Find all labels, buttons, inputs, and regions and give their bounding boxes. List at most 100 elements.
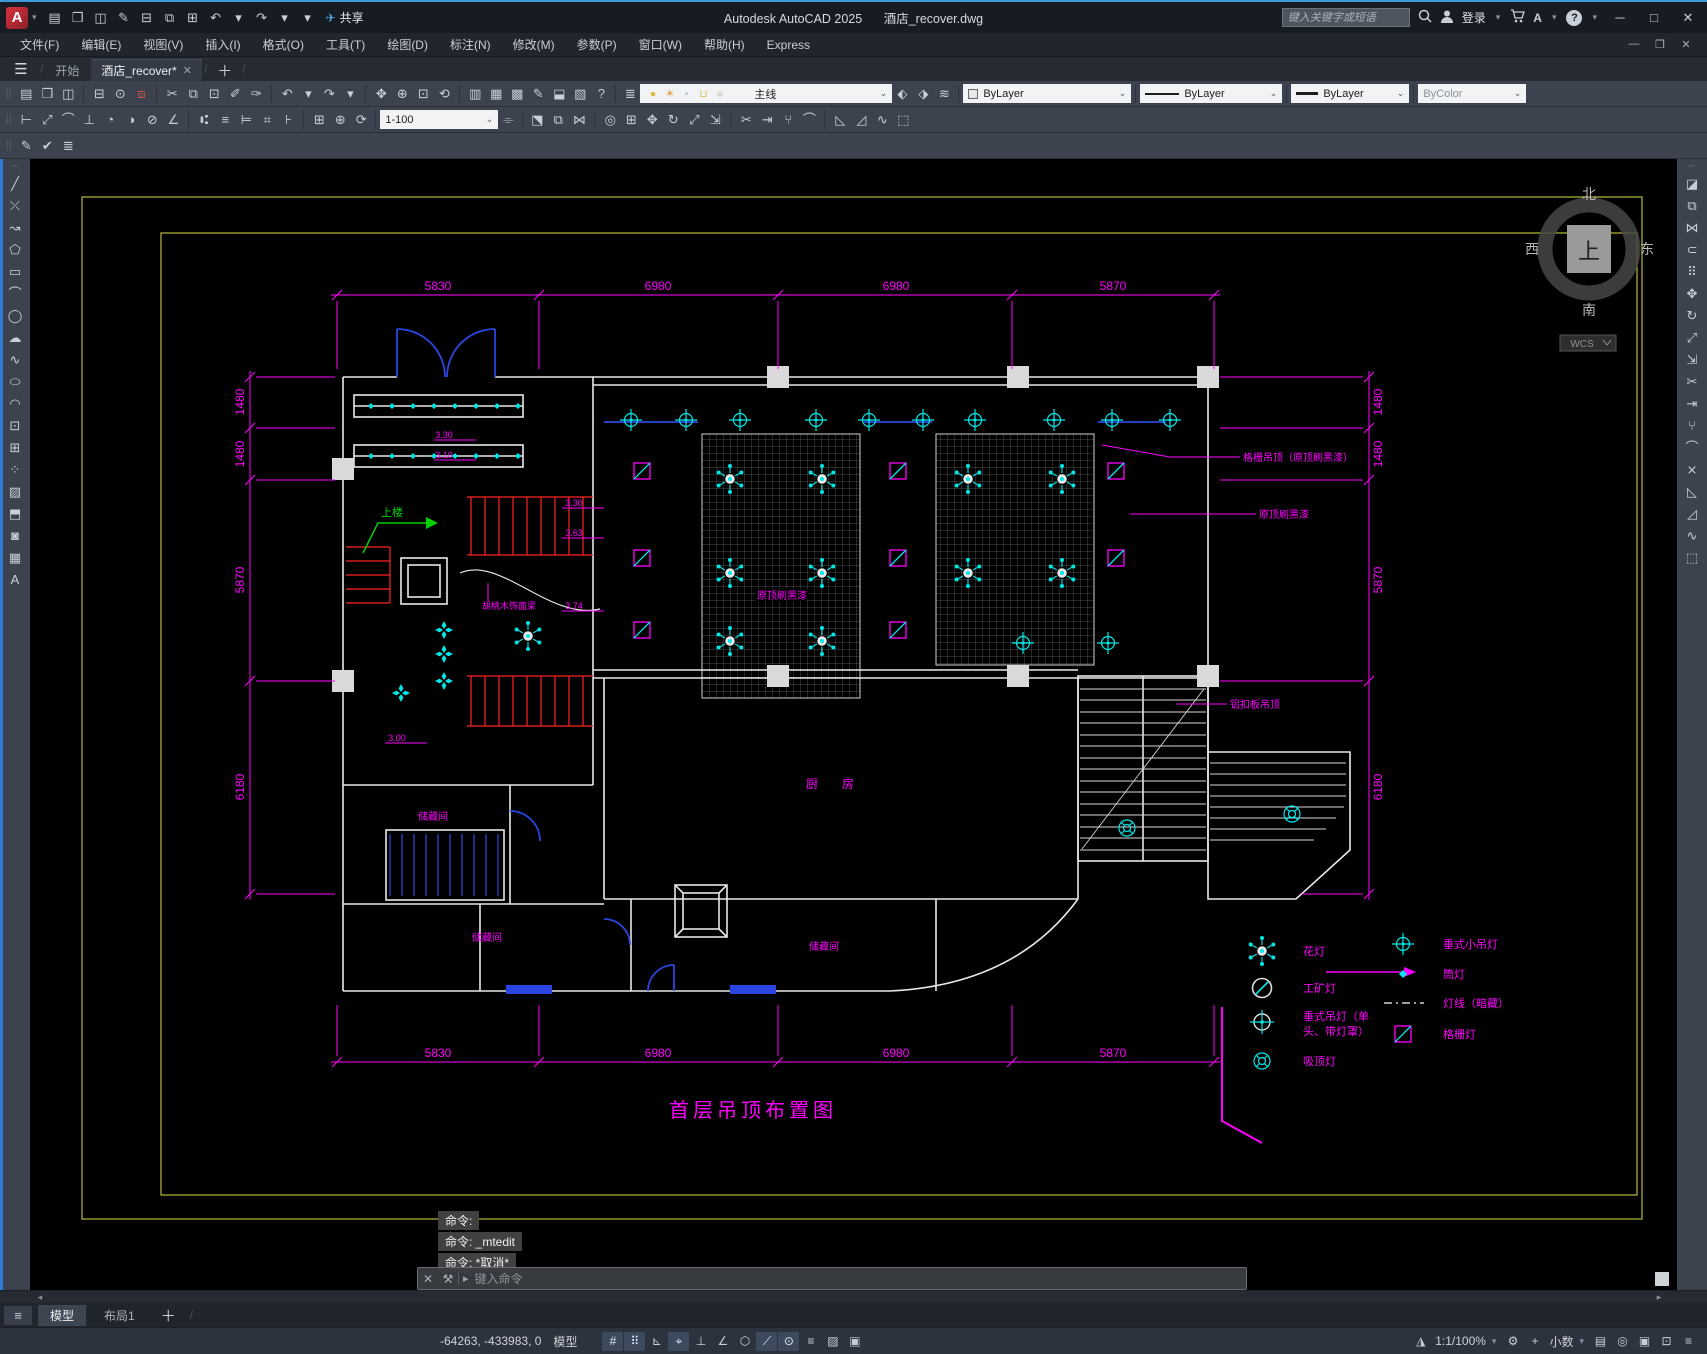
quick-calc-icon[interactable]: ▧ [570, 84, 590, 104]
doc-minimize-button[interactable]: — [1623, 38, 1645, 51]
menu-0[interactable]: 文件(F) [10, 34, 69, 55]
viewport-scale-caret-icon[interactable]: ▾ [1490, 1336, 1499, 1347]
layer-thaw-sun-icon[interactable]: ☀ [662, 86, 678, 102]
clean-screen-icon[interactable]: ⊡ [1656, 1332, 1677, 1351]
aligned-dimension-icon[interactable]: ⤢ [37, 110, 57, 130]
help-icon[interactable]: ? [1566, 9, 1583, 26]
construction-line-icon[interactable]: ⤫ [4, 195, 26, 216]
fillet-icon[interactable]: ◿ [1681, 503, 1703, 524]
layer-states-icon[interactable]: ≋ [934, 84, 954, 104]
tab-model[interactable]: 模型 [38, 1304, 87, 1326]
radius-dimension-icon[interactable]: ◔ [100, 110, 120, 130]
ellipse-arc-icon[interactable]: ◠ [4, 393, 26, 414]
table-icon[interactable]: ▦ [4, 547, 26, 568]
plot-style-dropdown-caret-icon[interactable]: ⌄ [1514, 88, 1522, 99]
layer-color-swatch-icon[interactable]: ■ [713, 86, 729, 102]
annotation-scale-add-icon[interactable]: + [1524, 1332, 1545, 1351]
angular-dimension-icon[interactable]: ∠ [163, 110, 183, 130]
trim-icon[interactable]: ✂ [1681, 371, 1703, 392]
transparency-icon[interactable]: ▨ [822, 1332, 843, 1351]
annotation-visibility-icon[interactable]: ◮ [1410, 1332, 1431, 1351]
new-tab-button[interactable]: ＋ [209, 60, 240, 81]
canvas-corner-grip[interactable] [1655, 1272, 1669, 1286]
ordinate-dimension-icon[interactable]: ⊥ [79, 110, 99, 130]
viewport-scale-button[interactable]: 1:1/100% [1435, 1334, 1486, 1348]
offset-icon[interactable]: ⊂ [1681, 239, 1703, 260]
edit-block-icon[interactable]: ✑ [246, 84, 266, 104]
erase-icon[interactable]: ◪ [1681, 173, 1703, 194]
lineweight-display-icon[interactable]: ≡ [800, 1332, 821, 1351]
move-icon[interactable]: ✥ [642, 110, 662, 130]
rectangle-icon[interactable]: ▭ [4, 261, 26, 282]
recover-drawing-icon[interactable]: ⊟ [137, 8, 157, 28]
ortho-mode-icon[interactable]: ⊥ [690, 1332, 711, 1351]
units-caret-icon[interactable]: ▾ [1577, 1336, 1586, 1347]
menu-11[interactable]: 帮助(H) [694, 34, 755, 55]
graphics-performance-icon[interactable]: ▣ [1634, 1332, 1655, 1351]
linetype-dropdown-caret-icon[interactable]: ⌄ [1270, 88, 1278, 99]
sheet-set-manager-icon[interactable]: ✎ [528, 84, 548, 104]
mirror-icon[interactable]: ⋈ [1681, 217, 1703, 238]
menu-2[interactable]: 视图(V) [133, 34, 193, 55]
menu-1[interactable]: 编辑(E) [71, 34, 131, 55]
object-snap-tracking-icon[interactable]: ⟋ [756, 1331, 778, 1351]
point-icon[interactable]: ⁘ [4, 459, 26, 480]
insert-block-icon[interactable]: ⊡ [4, 415, 26, 436]
zoom-window-icon[interactable]: ⊡ [413, 84, 433, 104]
layer-translate-icon[interactable]: ≣ [58, 136, 78, 156]
break-icon[interactable]: ⌒ [1681, 437, 1703, 458]
qat-menu-icon[interactable]: ▾ [298, 8, 318, 28]
doc-restore-button[interactable]: ❐ [1649, 38, 1671, 51]
dimension-break-icon[interactable]: ⊦ [278, 110, 298, 130]
trim-icon[interactable]: ✂ [736, 110, 756, 130]
dim-style-dropdown-caret-icon[interactable]: ⌄ [486, 114, 494, 125]
chamfer-icon[interactable]: ◺ [1681, 481, 1703, 502]
units-button[interactable]: 小数 [1549, 1333, 1573, 1350]
break-at-point-icon[interactable]: ⑂ [1681, 415, 1703, 436]
rotate-icon[interactable]: ↻ [1681, 305, 1703, 326]
menu-7[interactable]: 标注(N) [440, 34, 501, 55]
polar-tracking-icon[interactable]: ∠ [712, 1332, 733, 1351]
new-file-icon[interactable]: ▤ [45, 8, 65, 28]
autodesk-app-icon[interactable]: A [1533, 11, 1542, 25]
menu-12[interactable]: Express [757, 36, 820, 54]
maximize-button[interactable]: □ [1641, 10, 1667, 25]
erase-icon[interactable]: ⬔ [527, 110, 547, 130]
ellipse-icon[interactable]: ⬭ [4, 371, 26, 392]
dimension-style-manager-icon[interactable]: ⌯ [498, 110, 518, 130]
customization-menu-icon[interactable]: ≡ [1678, 1332, 1699, 1351]
print-icon[interactable]: ⊞ [183, 8, 203, 28]
rotate-icon[interactable]: ↻ [663, 110, 683, 130]
stretch-icon[interactable]: ⇲ [1681, 349, 1703, 370]
spline-edit-icon[interactable]: ∿ [1681, 525, 1703, 546]
scale-icon[interactable]: ⤢ [1681, 327, 1703, 348]
tab-layout1[interactable]: 布局1 [92, 1305, 147, 1326]
tolerance-icon[interactable]: ⊞ [309, 110, 329, 130]
dimension-space-icon[interactable]: ⌗ [257, 110, 277, 130]
model-space-button[interactable]: 模型 [545, 1331, 585, 1352]
pan-realtime-icon[interactable]: ✥ [371, 84, 391, 104]
layout-menu-icon[interactable]: ≡ [4, 1305, 32, 1325]
region-icon[interactable]: ◙ [4, 525, 26, 546]
close-button[interactable]: ✕ [1675, 10, 1701, 26]
zoom-previous-icon[interactable]: ⟲ [434, 84, 454, 104]
tab-start[interactable]: 开始 [45, 59, 89, 81]
scroll-left-icon[interactable]: ◂ [32, 1291, 48, 1303]
scrollbar-thumb[interactable] [860, 1293, 1290, 1302]
scale-icon[interactable]: ⤢ [684, 110, 704, 130]
redo-icon[interactable]: ↷ [319, 84, 339, 104]
toolbar-grip[interactable]: ┉ [11, 161, 18, 172]
make-object-layer-current-icon[interactable]: ⬖ [892, 84, 912, 104]
new-layout-button[interactable]: ＋ [153, 1305, 184, 1326]
lineweight-dropdown[interactable]: ByLayer ⌄ [1291, 84, 1410, 103]
command-input[interactable] [472, 1270, 1246, 1287]
properties-palette-icon[interactable]: ▥ [465, 84, 485, 104]
new-file-icon[interactable]: ▤ [16, 84, 36, 104]
join-icon[interactable]: ⨯ [1681, 459, 1703, 480]
redo-icon[interactable]: ↷ [252, 8, 272, 28]
sign-in-link[interactable]: 登录 [1462, 9, 1486, 26]
layer-viewport-freeze-icon[interactable]: ▫ [679, 86, 695, 102]
tab-document[interactable]: 酒店_recover* ✕ [91, 59, 202, 81]
grid-display-icon[interactable]: # [602, 1331, 624, 1351]
revision-cloud-icon[interactable]: ☁ [4, 327, 26, 348]
